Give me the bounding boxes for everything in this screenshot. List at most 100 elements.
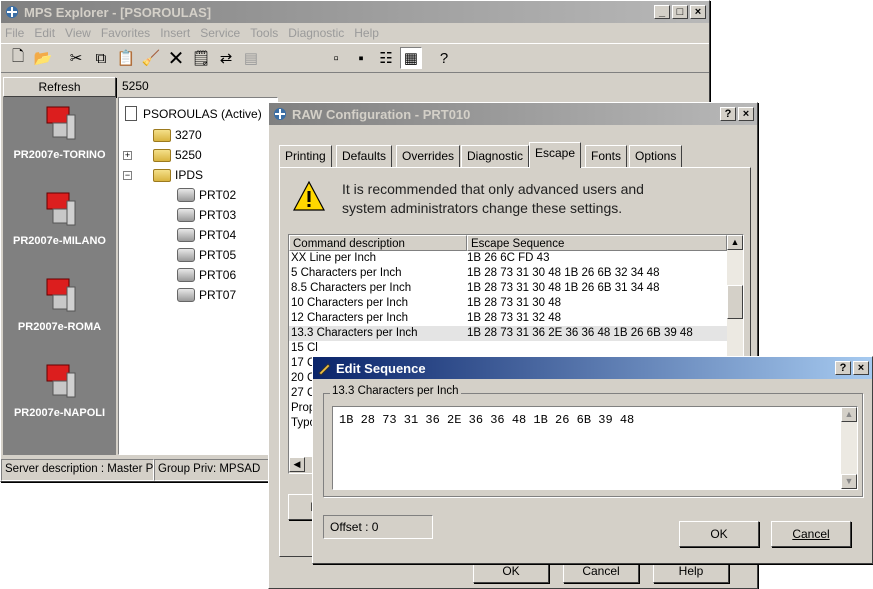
cut-icon[interactable]: ✂ xyxy=(65,47,87,69)
textarea-scrollbar[interactable]: ▲ ▼ xyxy=(841,407,857,489)
server-torino[interactable]: PR2007e-TORINO xyxy=(3,105,116,185)
tab-fonts[interactable]: Fonts xyxy=(585,145,628,167)
path-bar: 5250 xyxy=(118,77,278,97)
server-napoli[interactable]: PR2007e-NAPOLI xyxy=(3,363,116,443)
tab-options[interactable]: Options xyxy=(629,145,683,167)
scroll-down-icon[interactable]: ▼ xyxy=(841,474,857,489)
printer-label: PRT07 xyxy=(199,288,237,302)
server-milano[interactable]: PR2007e-MILANO xyxy=(3,191,116,271)
tab-escape[interactable]: Escape xyxy=(529,142,582,168)
list-item[interactable]: 10 Characters per Inch 1B 28 73 31 30 48 xyxy=(289,296,743,311)
list-item[interactable]: 15 Cl xyxy=(289,341,743,356)
close-button[interactable]: × xyxy=(738,107,754,121)
close-button[interactable]: × xyxy=(853,361,869,375)
menu-insert[interactable]: Insert xyxy=(160,26,190,40)
tree-printer[interactable]: PRT03 xyxy=(177,208,236,222)
copy-icon[interactable]: ⧉ xyxy=(90,47,112,69)
tree-printer[interactable]: PRT04 xyxy=(177,228,236,242)
small-icons-icon[interactable]: ▪ xyxy=(350,47,372,69)
menu-diagnostic[interactable]: Diagnostic xyxy=(288,26,344,40)
list-icon[interactable]: ☷ xyxy=(375,47,397,69)
tree-printer[interactable]: PRT02 xyxy=(177,188,236,202)
printer-icon xyxy=(177,228,195,242)
details-icon[interactable]: ▦ xyxy=(400,47,422,69)
menu-file[interactable]: File xyxy=(5,26,24,40)
paste-icon[interactable]: 📋 xyxy=(115,47,137,69)
tree-node-5250[interactable]: +5250 xyxy=(123,148,202,162)
col-command-description[interactable]: Command description xyxy=(289,235,467,251)
edit-titlebar: Edit Sequence ? × xyxy=(313,357,872,379)
broom-icon[interactable]: 🧹 xyxy=(140,47,162,69)
maximize-button[interactable]: □ xyxy=(672,5,688,19)
new-icon[interactable]: 🗋 xyxy=(7,47,29,69)
scroll-left-icon[interactable]: ◀ xyxy=(289,457,305,472)
help-button[interactable]: ? xyxy=(835,361,851,375)
server-doc-icon xyxy=(125,106,137,121)
list-item[interactable]: XX Line per Inch 1B 26 6C FD 43 xyxy=(289,251,743,266)
menu-help[interactable]: Help xyxy=(354,26,379,40)
edit-sequence-dialog: Edit Sequence ? × 13.3 Characters per In… xyxy=(312,356,873,564)
tab-overrides[interactable]: Overrides xyxy=(396,145,461,167)
open-icon[interactable]: 📂 xyxy=(32,47,54,69)
printer-label: PRT05 xyxy=(199,248,237,262)
connect-icon[interactable]: ⇄ xyxy=(215,47,237,69)
properties-icon[interactable]: 🗒 xyxy=(190,47,212,69)
printer-icon xyxy=(177,248,195,262)
folder-icon xyxy=(153,148,171,162)
server-label: PR2007e-MILANO xyxy=(13,235,106,247)
app-icon xyxy=(4,4,20,20)
help-button[interactable]: ? xyxy=(720,107,736,121)
printer-label: PRT02 xyxy=(199,188,237,202)
scroll-thumb[interactable] xyxy=(727,285,743,319)
tree-node-label: 5250 xyxy=(175,148,202,162)
raw-titlebar: RAW Configuration - PRT010 ? × xyxy=(269,103,757,125)
printer-label: PRT03 xyxy=(199,208,237,222)
server-roma[interactable]: PR2007e-ROMA xyxy=(3,277,116,357)
col-escape-sequence[interactable]: Escape Sequence xyxy=(467,235,727,251)
list-item[interactable]: 8.5 Characters per Inch 1B 28 73 31 30 48… xyxy=(289,281,743,296)
status-group-priv: Group Priv: MPSAD xyxy=(154,459,274,481)
menu-tools[interactable]: Tools xyxy=(250,26,278,40)
delete-icon[interactable]: ✕ xyxy=(165,47,187,70)
tree-printer[interactable]: PRT07 xyxy=(177,288,236,302)
tab-printing[interactable]: Printing xyxy=(279,145,332,167)
tree-node-ipds[interactable]: − IPDS xyxy=(123,168,203,182)
large-icons-icon[interactable]: ▫ xyxy=(325,47,347,69)
menu-edit[interactable]: Edit xyxy=(34,26,55,40)
server-label: PR2007e-ROMA xyxy=(17,321,102,333)
sequence-textarea[interactable]: 1B 28 73 31 36 2E 36 36 48 1B 26 6B 39 4… xyxy=(332,406,858,490)
scroll-up-icon[interactable]: ▲ xyxy=(841,407,857,422)
sequence-value: 1B 28 73 31 36 2E 36 36 48 1B 26 6B 39 4… xyxy=(339,413,635,427)
tree-root[interactable]: PSOROULAS (Active) xyxy=(125,106,262,121)
minimize-button[interactable]: _ xyxy=(654,5,670,19)
tab-diagnostic[interactable]: Diagnostic xyxy=(461,145,530,167)
expand-icon[interactable]: + xyxy=(123,150,132,160)
tab-defaults[interactable]: Defaults xyxy=(336,145,393,167)
disabled-icon: ▤ xyxy=(243,50,259,67)
tree-node-label: IPDS xyxy=(175,168,204,182)
offset-label: Offset : 0 xyxy=(330,520,379,534)
help-icon[interactable]: ? xyxy=(433,47,455,69)
warning-text: It is recommended that only advanced use… xyxy=(342,181,644,216)
cancel-button[interactable]: Cancel xyxy=(771,521,851,547)
ok-button[interactable]: OK xyxy=(679,521,759,547)
list-item[interactable]: 5 Characters per Inch 1B 28 73 31 30 48 1… xyxy=(289,266,743,281)
menu-bar: File Edit View Favorites Insert Service … xyxy=(1,23,709,43)
scroll-up-icon[interactable]: ▲ xyxy=(727,235,743,250)
menu-favorites[interactable]: Favorites xyxy=(101,26,150,40)
server-icon xyxy=(46,364,76,398)
toolbar: 🗋 📂 ✂ ⧉ 📋 🧹 ✕ 🗒 ⇄ ▤ ▫ ▪ ☷ ▦ ? xyxy=(1,43,709,73)
tree-printer[interactable]: PRT05 xyxy=(177,248,236,262)
server-label: PR2007e-TORINO xyxy=(13,149,106,161)
tree-printer[interactable]: PRT06 xyxy=(177,268,236,282)
menu-view[interactable]: View xyxy=(65,26,91,40)
refresh-button[interactable]: Refresh xyxy=(3,77,116,97)
tree-node-3270[interactable]: 3270 xyxy=(153,128,202,142)
menu-service[interactable]: Service xyxy=(200,26,240,40)
list-item[interactable]: 12 Characters per Inch 1B 28 73 31 32 48 xyxy=(289,311,743,326)
collapse-icon[interactable]: − xyxy=(123,170,132,180)
list-item-selected[interactable]: 13.3 Characters per Inch 1B 28 73 31 36 2… xyxy=(289,326,743,341)
close-button[interactable]: × xyxy=(690,5,706,19)
tree-root-label: PSOROULAS (Active) xyxy=(143,106,262,121)
tree-node-label: 3270 xyxy=(175,128,202,142)
